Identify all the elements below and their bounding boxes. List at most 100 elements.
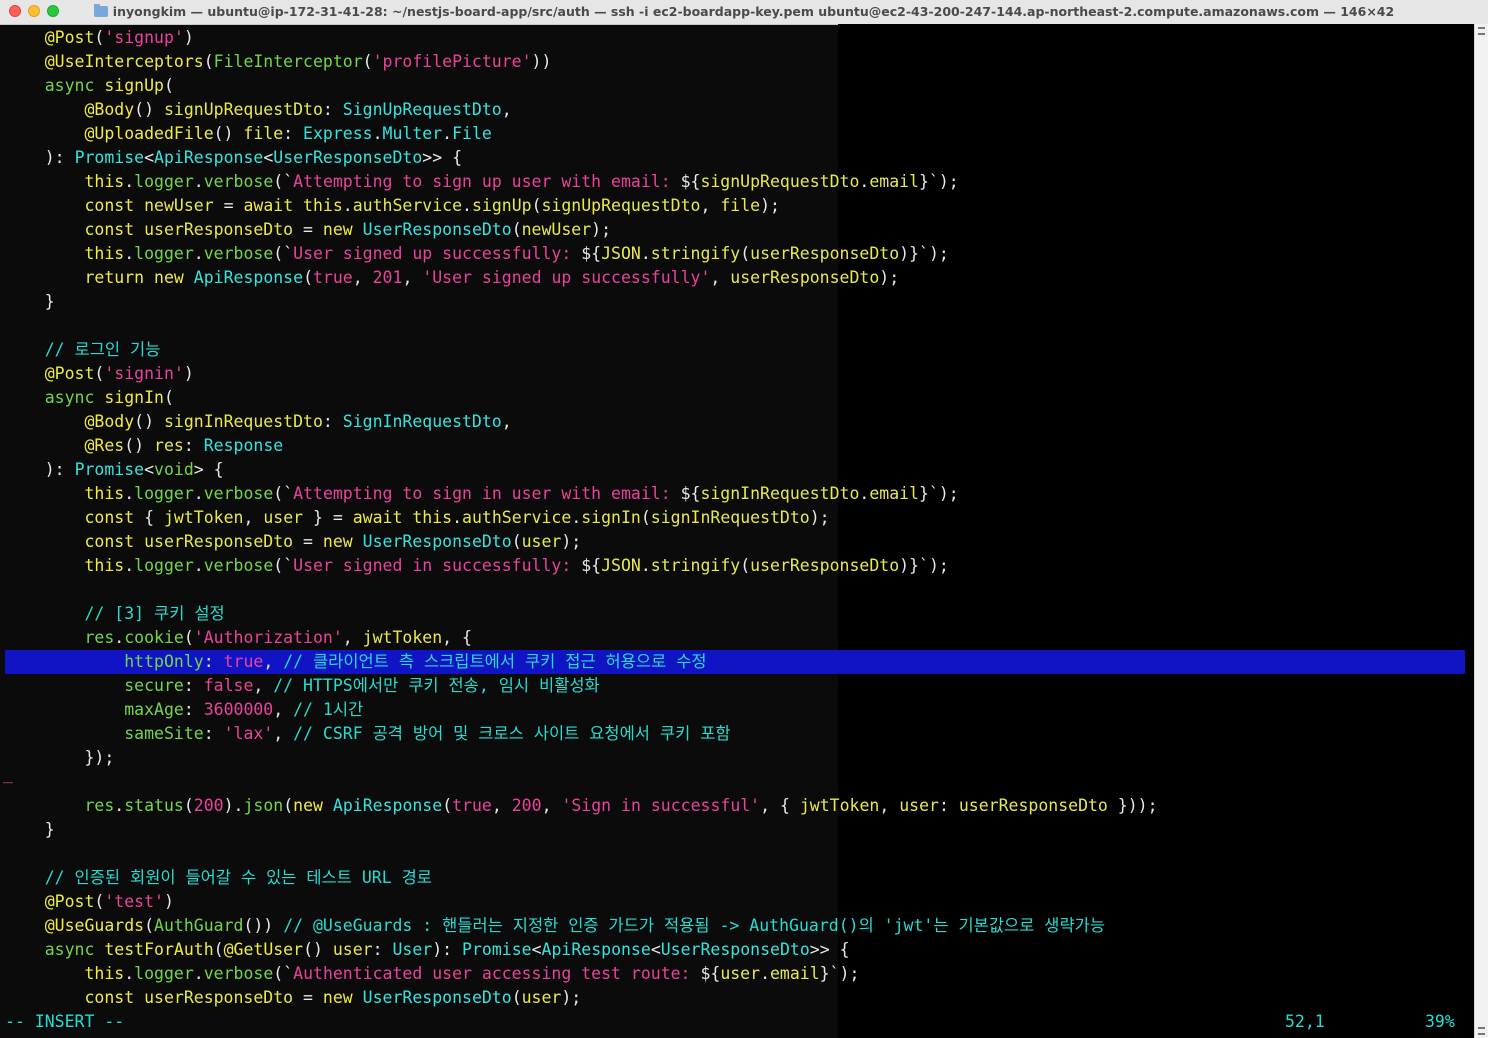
code-token: : <box>322 100 343 119</box>
code-line[interactable]: async signIn( <box>5 386 1465 410</box>
code-line[interactable]: this.logger.verbose(`Authenticated user … <box>5 962 1465 986</box>
vim-editor[interactable]: @Post('signup') @UseInterceptors(FileInt… <box>3 26 1467 1034</box>
code-line[interactable]: @Res() res: Response <box>5 434 1465 458</box>
code-token: Multer <box>382 124 443 143</box>
code-token: ${ <box>581 556 602 575</box>
code-token: })); <box>1107 796 1158 815</box>
code-line[interactable]: } <box>5 818 1465 842</box>
code-token: ApiResponse <box>183 268 304 287</box>
code-line[interactable]: // 로그인 기능 <box>5 338 1465 362</box>
code-line[interactable]: this.logger.verbose(`Attempting to sign … <box>5 170 1465 194</box>
code-token: @Post <box>44 28 95 47</box>
code-line[interactable]: this.logger.verbose(`User signed in succ… <box>5 554 1465 578</box>
code-token: , <box>273 700 294 719</box>
cursor-line[interactable]: httpOnly: true, // 클라이언트 측 스크립트에서 쿠키 접근 … <box>5 650 1465 674</box>
code-line[interactable]: res.cookie('Authorization', jwtToken, { <box>5 626 1465 650</box>
code-line[interactable]: res.status(200).json(new ApiResponse(tru… <box>5 794 1465 818</box>
code-token: = <box>293 988 323 1007</box>
code-line[interactable]: return new ApiResponse(true, 201, 'User … <box>5 266 1465 290</box>
code-line[interactable]: // 인증된 회원이 들어갈 수 있는 테스트 URL 경로 <box>5 866 1465 890</box>
code-token: , <box>342 628 363 647</box>
code-token: verbose <box>203 172 274 191</box>
code-token: ${ <box>680 484 701 503</box>
code-token: 3600000 <box>203 700 274 719</box>
code-line[interactable]: async testForAuth(@GetUser() user: User)… <box>5 938 1465 962</box>
code-token: FileInterceptor <box>213 52 363 71</box>
code-token: signInRequestDto <box>154 412 323 431</box>
code-line[interactable]: const userResponseDto = new UserResponse… <box>5 530 1465 554</box>
code-token: 'profilePicture' <box>372 52 532 71</box>
code-token: email <box>770 964 820 983</box>
code-token: newUser <box>134 196 214 215</box>
code-line[interactable]: @Body() signUpRequestDto: SignUpRequestD… <box>5 98 1465 122</box>
code-token: 'test' <box>104 892 164 911</box>
code-line[interactable]: @Post('signup') <box>5 26 1465 50</box>
code-token: // 인증된 회원이 들어갈 수 있는 테스트 URL 경로 <box>44 868 432 887</box>
code-token: () <box>134 100 155 119</box>
code-token: signInRequestDto <box>700 484 860 503</box>
code-token: = <box>213 196 244 215</box>
code-token: `); <box>928 484 959 503</box>
code-line[interactable]: } <box>5 290 1465 314</box>
code-line[interactable] <box>5 578 1465 602</box>
code-token: Promise <box>74 148 145 167</box>
code-line[interactable]: const newUser = await this.authService.s… <box>5 194 1465 218</box>
code-token: ); <box>879 268 900 287</box>
code-line[interactable]: @Body() signInRequestDto: SignInRequestD… <box>5 410 1465 434</box>
code-line[interactable]: maxAge: 3600000, // 1시간 <box>5 698 1465 722</box>
code-line[interactable]: this.logger.verbose(`User signed up succ… <box>5 242 1465 266</box>
code-token: > { <box>193 460 224 479</box>
code-token: UserResponseDto <box>352 988 512 1007</box>
code-token: < <box>263 148 274 167</box>
code-token: UserResponseDto <box>352 220 512 239</box>
code-token: // CSRF 공격 방어 및 크로스 사이트 요청에서 쿠키 포함 <box>293 724 731 743</box>
title-bar: inyongkim — ubuntu@ip-172-31-41-28: ~/ne… <box>0 0 1488 25</box>
code-token: (` <box>273 172 294 191</box>
code-line[interactable]: sameSite: 'lax', // CSRF 공격 방어 및 크로스 사이트… <box>5 722 1465 746</box>
code-token: : <box>183 676 204 695</box>
code-token: , <box>243 508 264 527</box>
code-token: signUpRequestDto <box>700 172 860 191</box>
code-line[interactable]: }); <box>5 746 1465 770</box>
code-line[interactable]: const { jwtToken, user } = await this.au… <box>5 506 1465 530</box>
code-line[interactable]: const userResponseDto = new UserResponse… <box>5 986 1465 1010</box>
code-line[interactable]: async signUp( <box>5 74 1465 98</box>
code-token: return <box>84 268 145 287</box>
code-line[interactable]: @UseGuards(AuthGuard()) // @UseGuards : … <box>5 914 1465 938</box>
code-line[interactable]: @Post('test') <box>5 890 1465 914</box>
code-token: . <box>462 196 472 215</box>
code-line[interactable]: ): Promise<void> { <box>5 458 1465 482</box>
scrollbar[interactable] <box>1474 24 1488 1038</box>
code-token: JSON <box>601 556 641 575</box>
code-token: : <box>938 796 959 815</box>
code-line[interactable]: @UploadedFile() file: Express.Multer.Fil… <box>5 122 1465 146</box>
code-token: async <box>44 940 95 959</box>
code-token: stringify <box>650 556 741 575</box>
code-token: testForAuth <box>94 940 214 959</box>
scroll-down-icon[interactable] <box>1478 1027 1485 1035</box>
code-line[interactable]: secure: false, // HTTPS에서만 쿠키 전송, 임시 비활성… <box>5 674 1465 698</box>
code-token: . <box>124 172 135 191</box>
code-token: signUp <box>94 76 164 95</box>
code-token: httpOnly <box>124 652 204 671</box>
code-line[interactable]: @UseInterceptors(FileInterceptor('profil… <box>5 50 1465 74</box>
code-token: { <box>134 508 164 527</box>
code-line[interactable] <box>5 770 1465 794</box>
code-token: res <box>84 628 115 647</box>
code-line[interactable] <box>5 842 1465 866</box>
code-line[interactable]: this.logger.verbose(`Attempting to sign … <box>5 482 1465 506</box>
code-token: userResponseDto <box>750 556 900 575</box>
code-line[interactable]: // [3] 쿠키 설정 <box>5 602 1465 626</box>
code-token: , <box>253 676 274 695</box>
code-line[interactable] <box>5 314 1465 338</box>
code-line[interactable]: ): Promise<ApiResponse<UserResponseDto>>… <box>5 146 1465 170</box>
code-token: , <box>541 796 562 815</box>
code-line[interactable]: @Post('signin') <box>5 362 1465 386</box>
scroll-up-icon[interactable] <box>1478 27 1485 35</box>
code-line[interactable]: const userResponseDto = new UserResponse… <box>5 218 1465 242</box>
